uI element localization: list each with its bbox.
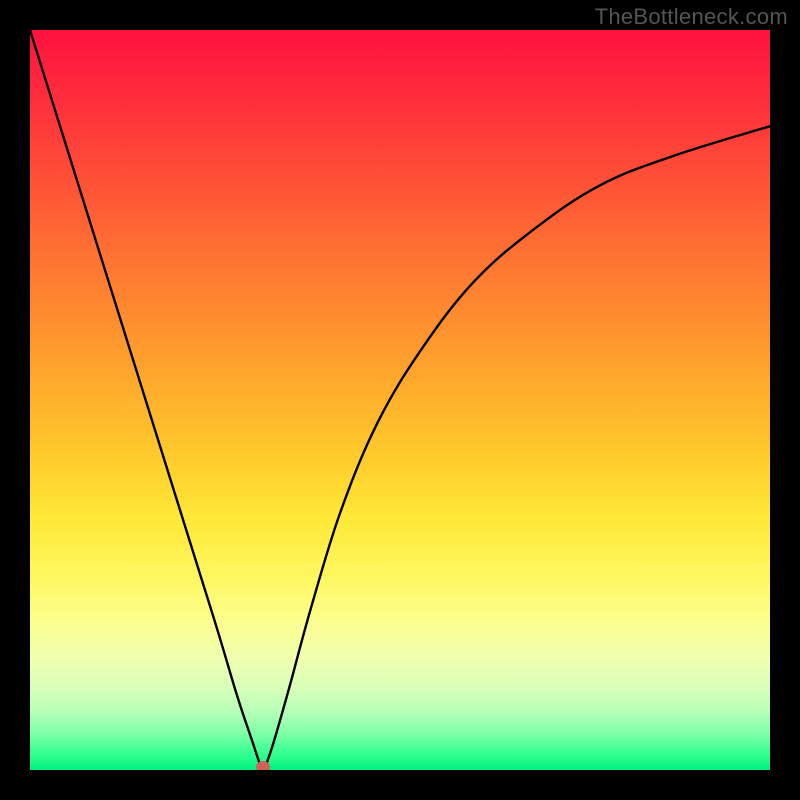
plot-area (30, 30, 770, 770)
bottleneck-curve (30, 30, 770, 770)
minimum-marker-icon (256, 761, 270, 770)
chart-frame: TheBottleneck.com (0, 0, 800, 800)
curve-line (30, 30, 770, 770)
watermark-text: TheBottleneck.com (595, 4, 788, 30)
